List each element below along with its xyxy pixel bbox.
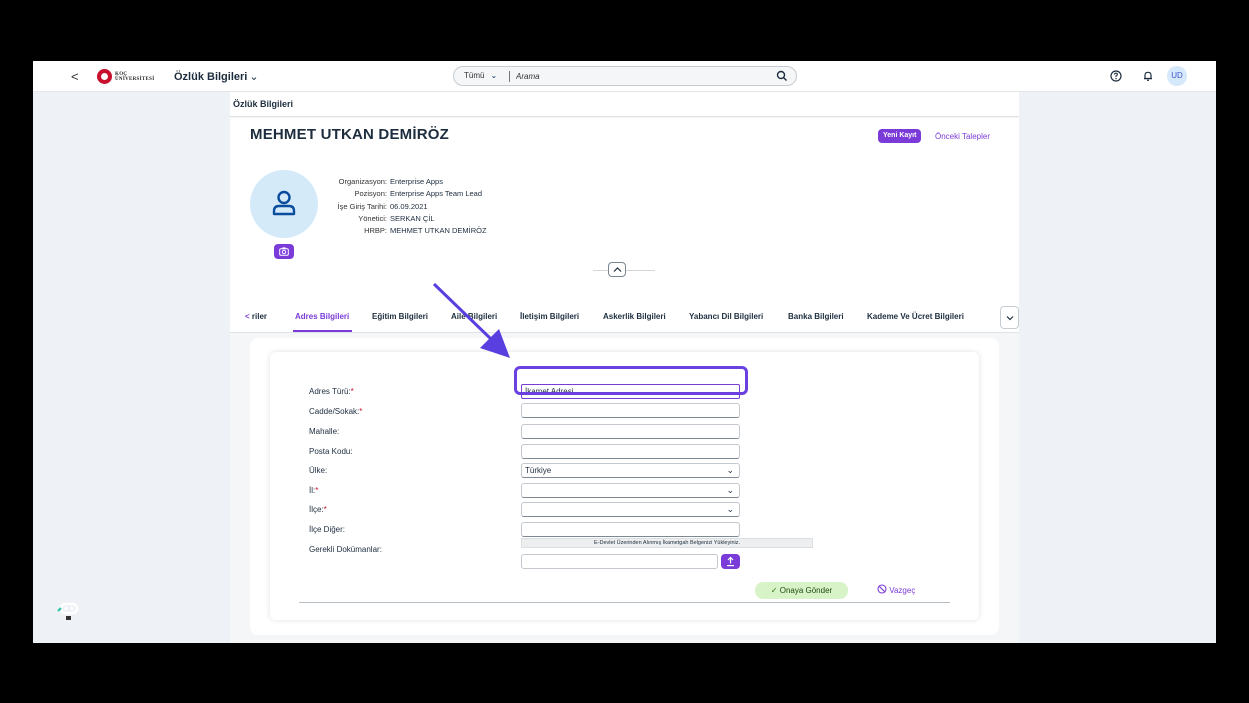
tab-adres-bilgileri[interactable]: Adres Bilgileri: [295, 312, 349, 321]
user-avatar[interactable]: UD: [1167, 66, 1187, 86]
info-value: Enterprise Apps: [390, 177, 443, 186]
info-value: 06.09.2021: [390, 201, 428, 211]
country-label: Ülke:: [309, 466, 328, 475]
tab-askerlik-bilgileri[interactable]: Askerlik Bilgileri: [603, 312, 666, 321]
chevron-down-icon: ⌄: [726, 465, 734, 475]
app-window: < KOÇ ÜNİVERSİTESİ Özlük Bilgileri ⌄ Tümü…: [33, 61, 1216, 643]
assistant-bot-icon[interactable]: [56, 598, 80, 622]
chevron-down-icon: ⌄: [249, 71, 259, 83]
info-label: İşe Giriş Tarihi:: [337, 201, 387, 211]
logo-mark-icon: [97, 69, 112, 84]
help-icon[interactable]: [1110, 70, 1122, 82]
app-title-menu[interactable]: Özlük Bilgileri ⌄: [174, 70, 259, 83]
logo-text-line2: ÜNİVERSİTESİ: [115, 76, 155, 82]
pointer-arrow-icon: [432, 282, 510, 358]
info-label: HRBP:: [364, 226, 387, 236]
info-label: Organizasyon:: [338, 177, 387, 186]
chevron-up-icon: [613, 267, 622, 272]
camera-icon: [279, 247, 289, 256]
document-file-input[interactable]: [521, 554, 718, 569]
neighborhood-label: Mahalle:: [309, 427, 340, 436]
search-separator: [509, 71, 510, 82]
info-row: HRBP: MEHMET UTKAN DEMİRÖZ: [329, 226, 487, 238]
page-title: Özlük Bilgileri: [233, 99, 294, 109]
info-row: İşe Giriş Tarihi: 06.09.2021: [329, 202, 487, 214]
tab-iletisim-bilgileri[interactable]: İletişim Bilgileri: [520, 312, 579, 321]
district-other-label: İlçe Diğer:: [309, 525, 346, 534]
upload-button[interactable]: [721, 554, 740, 569]
info-row: Yönetici: SERKAN ÇİL: [329, 214, 487, 226]
employee-info: Organizasyon: Enterprise Apps Pozisyon: …: [329, 177, 487, 238]
form-divider: [299, 602, 950, 603]
district-select[interactable]: ⌄: [521, 502, 740, 517]
info-label: Yönetici:: [358, 213, 387, 223]
person-icon: [272, 190, 296, 216]
tab-partial-label: riler: [251, 312, 268, 321]
check-icon: ✓: [770, 586, 778, 595]
more-tabs-button[interactable]: [1000, 306, 1019, 329]
neighborhood-input[interactable]: [521, 424, 740, 439]
documents-label: Gerekli Dokümanlar:: [309, 545, 382, 554]
info-row: Organizasyon: Enterprise Apps: [329, 177, 487, 189]
country-value: Türkiye: [525, 466, 552, 475]
section-tabs: < riler Adres Bilgileri Eğitim Bilgileri…: [230, 304, 1019, 333]
notification-bell-icon[interactable]: [1142, 70, 1154, 82]
chevron-down-icon: [1006, 316, 1014, 321]
previous-requests-link[interactable]: Önceki Talepler: [935, 132, 990, 141]
chevron-left-icon: <: [245, 312, 250, 321]
cancel-button[interactable]: Vazgeç: [877, 583, 915, 598]
change-photo-button[interactable]: [274, 244, 294, 259]
back-button[interactable]: <: [71, 69, 79, 84]
province-label: İl:*: [309, 486, 319, 495]
tab-kademe-ve-ucret-bilgileri[interactable]: Kademe Ve Ücret Bilgileri: [867, 312, 964, 321]
search-input[interactable]: [516, 70, 766, 83]
submit-label: Onaya Gönder: [779, 586, 833, 595]
search-category-select[interactable]: Tümü ⌄: [464, 71, 497, 80]
chevron-down-icon: ⌄: [490, 71, 498, 80]
cancel-circle-icon: [877, 584, 887, 594]
info-value: MEHMET UTKAN DEMİRÖZ: [390, 226, 487, 236]
documents-note: E-Devlet Üzerinden Alınmış İkametgah Bel…: [521, 538, 813, 548]
cancel-label: Vazgeç: [889, 586, 916, 595]
tab-egitim-bilgileri[interactable]: Eğitim Bilgileri: [372, 312, 428, 321]
postal-code-input[interactable]: [521, 444, 740, 459]
info-value: Enterprise Apps Team Lead: [390, 189, 483, 199]
province-select[interactable]: ⌄: [521, 483, 740, 498]
page-header: Özlük Bilgileri: [230, 92, 1019, 117]
district-label: İlçe:*: [309, 505, 327, 514]
active-tab-indicator: [293, 330, 352, 332]
tab-banka-bilgileri[interactable]: Banka Bilgileri: [788, 312, 844, 321]
search-bar: Tümü ⌄: [453, 66, 797, 86]
street-field-highlight: [514, 366, 748, 395]
new-record-button[interactable]: Yeni Kayıt: [878, 129, 922, 143]
street-label: Cadde/Sokak:*: [309, 407, 363, 416]
tab-yabanci-dil-bilgileri[interactable]: Yabancı Dil Bilgileri: [689, 312, 763, 321]
postal-code-label: Posta Kodu:: [309, 447, 353, 456]
street-input[interactable]: [521, 403, 740, 418]
app-title: Özlük Bilgileri: [174, 71, 248, 83]
employee-header: MEHMET UTKAN DEMİRÖZ Yeni Kayıt Önceki T…: [230, 118, 1019, 304]
tab-partial[interactable]: < riler: [245, 312, 267, 321]
search-category-value: Tümü: [464, 71, 485, 80]
upload-icon: [727, 556, 734, 567]
address-type-label: Adres Türü:*: [309, 387, 354, 396]
university-logo[interactable]: KOÇ ÜNİVERSİTESİ: [97, 69, 154, 84]
chevron-down-icon: ⌄: [726, 485, 734, 495]
submit-for-approval-button[interactable]: ✓ Onaya Gönder: [755, 582, 848, 599]
employee-name: MEHMET UTKAN DEMİRÖZ: [250, 126, 449, 143]
district-other-input[interactable]: [521, 522, 740, 537]
info-row: Pozisyon: Enterprise Apps Team Lead: [329, 189, 487, 201]
chevron-down-icon: ⌄: [726, 504, 734, 514]
shell-bar: < KOÇ ÜNİVERSİTESİ Özlük Bilgileri ⌄ Tümü…: [33, 61, 1216, 92]
collapse-header-button[interactable]: [608, 262, 626, 277]
info-label: Pozisyon:: [354, 189, 387, 199]
info-value: SERKAN ÇİL: [390, 213, 435, 223]
search-icon[interactable]: [776, 70, 788, 82]
country-select[interactable]: Türkiye ⌄: [521, 463, 740, 478]
profile-photo: [250, 170, 318, 238]
